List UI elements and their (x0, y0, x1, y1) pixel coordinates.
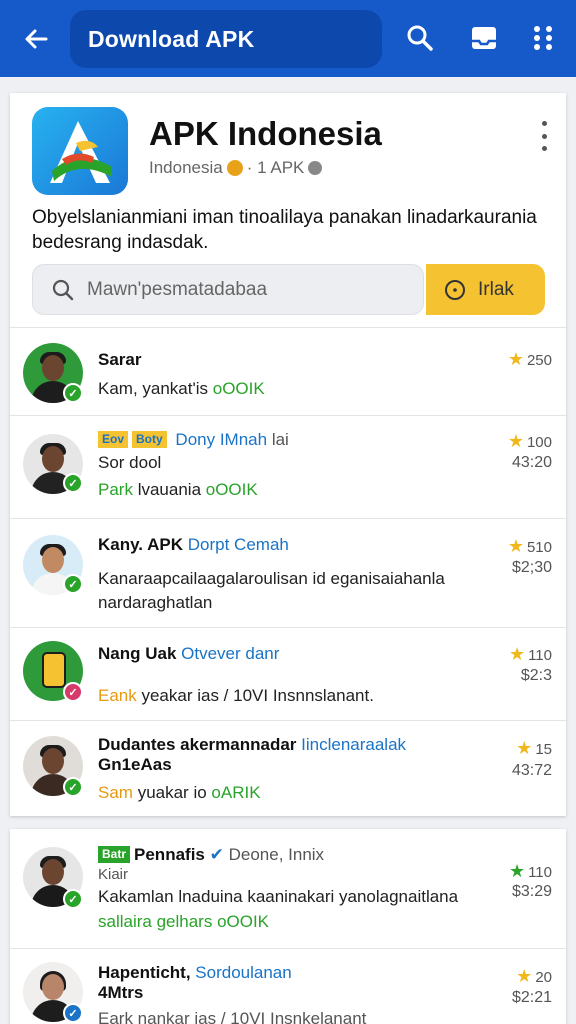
item-rating: ★ 110 (508, 644, 552, 664)
list-item[interactable]: ✓ Sarar Kam, yankat'is oOOIK ★ 250 (10, 328, 566, 415)
item-price: 43:20 (511, 454, 552, 471)
item-rating: ★ 100 (507, 431, 552, 451)
item-rating: ★ 250 (507, 349, 552, 369)
item-rating: ★ 510 (507, 536, 552, 556)
info-circle-icon (445, 279, 465, 300)
item-link[interactable]: Iinclenaraalak (301, 735, 406, 754)
app-list-card: ✓ Batr Pennafis ✔ Deone, Innix Kiair Kaka… (10, 829, 566, 1024)
item-link[interactable]: Dony IMnah (175, 430, 267, 449)
app-card: APK Indonesia Indonesia · 1 APK Obyelsla… (10, 93, 566, 816)
item-title: Hapenticht, Sordoulanan (98, 963, 292, 982)
back-button[interactable] (14, 20, 58, 58)
verified-check-icon: ✓ (63, 383, 83, 403)
grid-menu-button[interactable] (524, 18, 564, 58)
kebab-dot-icon (541, 121, 547, 126)
more-options-button[interactable] (534, 121, 554, 151)
item-rating: ★ 20 (516, 966, 552, 986)
item-price: $3:29 (511, 883, 552, 900)
item-price: $2:3 (520, 667, 552, 684)
search-icon (52, 279, 74, 300)
search-input[interactable]: Mawn'pesmatadabaa (32, 264, 424, 315)
app-subtitle: Indonesia · 1 APK (149, 158, 323, 178)
tag-badge: Boty (132, 431, 167, 448)
kebab-dot-icon (541, 133, 547, 139)
verified-check-icon: ✓ (63, 682, 83, 702)
item-link[interactable]: Otvever danr (181, 644, 279, 663)
list-item[interactable]: ✓ Dudantes akermannadar Iinclenaraalak G… (10, 721, 566, 816)
item-line: Kam, yankat'is oOOIK (98, 379, 265, 398)
arrow-left-icon (25, 29, 48, 49)
star-icon: ★ (508, 861, 526, 881)
app-description: Obyelslanianmiani iman tinoalilaya panak… (32, 207, 537, 253)
star-icon: ★ (516, 966, 533, 986)
page-title: Download APK (88, 25, 255, 52)
tag-badge: Batr (98, 846, 131, 863)
star-icon: ★ (507, 349, 524, 369)
item-line: Eank yeakar ias / 10VI Insnnslanant. (98, 686, 374, 705)
search-button[interactable] (400, 18, 440, 58)
item-line: nardaraghatlan (98, 593, 213, 612)
item-title: Nang Uak Otvever danr (98, 644, 280, 663)
star-icon: ★ (507, 536, 524, 556)
app-country: Indonesia (149, 158, 223, 177)
item-title: Sarar (98, 350, 142, 369)
item-line: Kiair (98, 866, 129, 883)
app-logo (32, 107, 128, 195)
verified-check-icon: ✓ (63, 473, 83, 493)
item-rating: ★ 110 (508, 861, 552, 881)
search-placeholder: Mawn'pesmatadabaa (87, 278, 268, 300)
verified-check-icon: ✓ (63, 1003, 83, 1023)
item-title: Batr Pennafis ✔ Deone, Innix (98, 845, 324, 865)
item-price: $2;30 (511, 559, 552, 576)
verified-check-icon: ✓ (63, 777, 83, 797)
item-line: sallaira gelhars oOOIK (98, 912, 270, 931)
item-title: Eov Boty Dony IMnah lai (98, 430, 289, 450)
verified-icon: ✔ (209, 845, 224, 864)
item-line: Park lvauania oOOIK (98, 480, 258, 499)
item-line: Kakamlan lnaduina kaaninakari yanolagnai… (98, 887, 459, 906)
item-line: Sam yuakar io oARIK (98, 783, 261, 802)
item-link[interactable]: Dorpt Cemah (188, 535, 289, 554)
inbox-button[interactable] (464, 18, 504, 58)
list-item[interactable]: ✓ Hapenticht, Sordoulanan 4Mtrs Eark nan… (10, 949, 566, 1024)
app-bar: Download APK (0, 0, 576, 77)
info-action-label: Irlak (478, 278, 514, 300)
app-count: · 1 APK (246, 158, 305, 177)
verified-check-icon: ✓ (63, 889, 83, 909)
star-icon: ★ (507, 431, 524, 451)
app-name: APK Indonesia (149, 115, 382, 152)
item-line: Eark nankar ias / 10VI Insnkelanant (98, 1009, 367, 1024)
page-title-pill[interactable]: Download APK (70, 10, 382, 68)
item-subtitle: 4Mtrs (98, 983, 144, 1002)
list-item[interactable]: ✓ Nang Uak Otvever danr Eank yeakar ias … (10, 628, 566, 720)
verified-check-icon: ✓ (63, 574, 83, 594)
item-line: Sor dool (98, 453, 162, 472)
info-action-button[interactable]: Irlak (426, 264, 545, 315)
item-price: 43:72 (511, 762, 552, 779)
star-icon: ★ (508, 644, 526, 664)
kebab-dot-icon (541, 146, 547, 151)
list-item[interactable]: ✓ Eov Boty Dony IMnah lai Sor dool Park l… (10, 416, 566, 518)
search-icon (407, 25, 433, 51)
item-title: Dudantes akermannadar Iinclenaraalak (98, 735, 407, 754)
item-price: $2:21 (511, 989, 552, 1006)
item-subtitle: Gn1eAas (98, 755, 172, 774)
app-header: APK Indonesia Indonesia · 1 APK (10, 93, 566, 203)
globe-icon (308, 161, 323, 175)
item-title: Kany. APK Dorpt Cemah (98, 535, 289, 554)
inbox-icon (472, 27, 496, 49)
list-item[interactable]: ✓ Batr Pennafis ✔ Deone, Innix Kiair Kaka… (10, 829, 566, 948)
list-item[interactable]: ✓ Kany. APK Dorpt Cemah Kanaraapcailaaga… (10, 519, 566, 627)
star-icon: ★ (516, 738, 533, 758)
tag-badge: Eov (98, 431, 129, 448)
flag-icon (226, 160, 243, 176)
item-line: Kanaraapcailaagalaroulisan id eganisaiah… (98, 569, 445, 588)
item-link[interactable]: Sordoulanan (195, 963, 291, 982)
item-rating: ★ 15 (516, 738, 552, 758)
grid-dots-icon (534, 26, 552, 50)
